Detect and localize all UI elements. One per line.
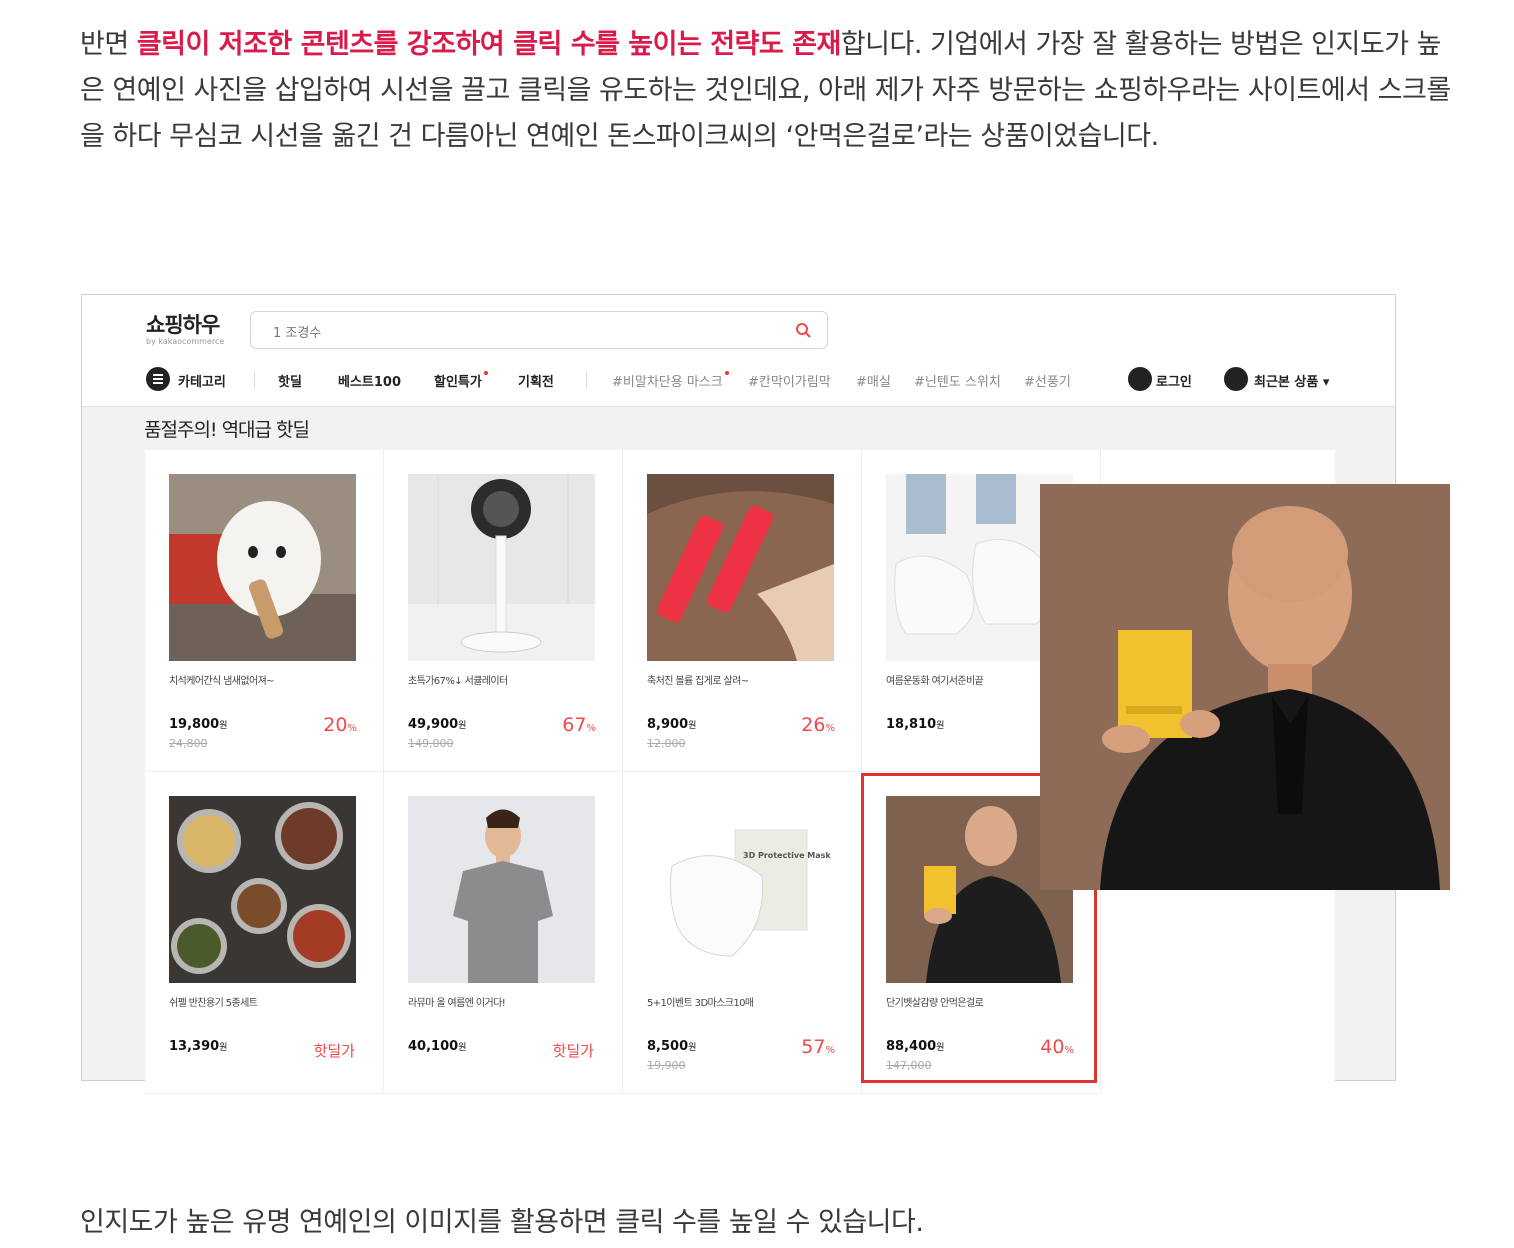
- product-card[interactable]: 치석케어간식 냄새없어져~ 19,800원 24,800 20%: [145, 450, 384, 772]
- shop-logo[interactable]: 쇼핑하우 by kakaocommerce: [146, 309, 224, 346]
- discount-value: 20: [323, 714, 348, 736]
- product-price: 40,100원: [408, 1039, 466, 1054]
- price-unit: 원: [219, 1043, 228, 1053]
- product-price: 13,390원: [169, 1039, 227, 1054]
- discount-rate: 핫딜가: [313, 1042, 355, 1060]
- price-unit: 원: [458, 721, 467, 731]
- product-title: 5+1이벤트 3D마스크10매: [647, 998, 754, 1009]
- new-dot: [483, 371, 488, 375]
- section-title: 품절주의! 역대급 핫딜: [144, 419, 310, 441]
- shop-logo-text: 쇼핑하우: [146, 313, 220, 337]
- search-icon[interactable]: [795, 322, 811, 338]
- percent-sign: %: [586, 723, 596, 734]
- price-value: 8,500: [647, 1039, 689, 1054]
- nav-item-best100[interactable]: 베스트100: [338, 371, 401, 390]
- search-placeholder: 1 조경수: [273, 326, 322, 341]
- price-unit: 원: [219, 721, 228, 731]
- product-price: 8,500원: [647, 1039, 696, 1054]
- original-price: 12,000: [647, 737, 686, 750]
- nav-tag-switch[interactable]: #닌텐도 스위치: [914, 371, 1001, 390]
- discount-value: 57: [801, 1036, 826, 1058]
- price-value: 18,810: [886, 717, 937, 732]
- price-unit: 원: [936, 721, 945, 731]
- product-price: 18,810원: [886, 717, 944, 732]
- intro-paragraph: 반면 클릭이 저조한 콘텐츠를 강조하여 클릭 수를 높이는 전략도 존재합니다…: [80, 22, 1460, 160]
- product-title: 쉬펠 반찬용기 5종세트: [169, 998, 258, 1009]
- original-price: 24,800: [169, 737, 208, 750]
- product-title: 치석케어간식 냄새없어져~: [169, 676, 275, 687]
- shop-logo-sub: by kakaocommerce: [146, 337, 225, 346]
- discount-value: 26: [801, 714, 826, 736]
- nav-item-sale[interactable]: 할인특가: [434, 371, 488, 390]
- outro-paragraph: 인지도가 높은 유명 연예인의 이미지를 활용하면 클릭 수를 높일 수 있습니…: [80, 1207, 924, 1238]
- nav-item-hotdeal[interactable]: 핫딜: [278, 371, 302, 390]
- nav-divider: [254, 371, 255, 389]
- nav-item-special[interactable]: 기획전: [518, 371, 554, 390]
- product-title: 초특가67%↓ 서큘레이터: [408, 676, 508, 687]
- price-value: 40,100: [408, 1039, 459, 1054]
- nav-tag-partition[interactable]: #칸막이가림막: [748, 371, 831, 390]
- percent-sign: %: [347, 723, 357, 734]
- price-unit: 원: [458, 1043, 467, 1053]
- shop-header: 쇼핑하우 by kakaocommerce 1 조경수 카테고리 핫딜 베스트1…: [82, 295, 1395, 407]
- nav-login[interactable]: 로그인: [1156, 371, 1192, 390]
- menu-icon[interactable]: [146, 367, 170, 391]
- price-unit: 원: [688, 721, 697, 731]
- discount-rate: 67%: [562, 714, 596, 736]
- price-unit: 원: [688, 1043, 697, 1053]
- product-price: 19,800원: [169, 717, 227, 732]
- product-card[interactable]: 쉬펠 반찬용기 5종세트 13,390원 핫딜가: [145, 772, 384, 1094]
- discount-rate: 57%: [801, 1036, 835, 1058]
- product-title: 라뮤마 올 여름엔 이거다!: [408, 998, 506, 1009]
- price-value: 8,900: [647, 717, 689, 732]
- recent-items-icon[interactable]: [1224, 367, 1248, 391]
- discount-rate: 핫딜가: [552, 1042, 594, 1060]
- original-price: 19,900: [647, 1059, 686, 1072]
- discount-rate: 20%: [323, 714, 357, 736]
- price-value: 13,390: [169, 1039, 220, 1054]
- product-card[interactable]: 축처진 볼륨 집게로 살려~ 8,900원 12,000 26%: [623, 450, 862, 772]
- product-image-polo-shirt[interactable]: [408, 796, 595, 983]
- nav-divider: [586, 371, 587, 389]
- product-image-dog-treat[interactable]: [169, 474, 356, 661]
- nav-tag-fan[interactable]: #선풍기: [1024, 371, 1071, 390]
- shop-nav: 카테고리 핫딜 베스트100 할인특가 기획전 #비말차단용 마스크 #칸막이가…: [146, 367, 1386, 393]
- percent-sign: %: [825, 723, 835, 734]
- nav-tag-plum[interactable]: #매실: [856, 371, 891, 390]
- product-image-3d-mask[interactable]: 3D Protective Mask: [647, 796, 834, 983]
- nav-recent[interactable]: 최근본 상품 ▾: [1254, 371, 1329, 390]
- new-dot: [724, 371, 729, 375]
- product-title: 축처진 볼륨 집게로 살려~: [647, 676, 749, 687]
- nav-category[interactable]: 카테고리: [178, 371, 226, 390]
- product-title: 여름운동화 여기서준비끝: [886, 676, 984, 687]
- product-image-circulator[interactable]: [408, 474, 595, 661]
- product-image-containers[interactable]: [169, 796, 356, 983]
- celebrity-photo: [1040, 484, 1450, 890]
- product-card[interactable]: 초특가67%↓ 서큘레이터 49,900원 149,000 67%: [384, 450, 623, 772]
- product-price: 49,900원: [408, 717, 466, 732]
- product-price: 8,900원: [647, 717, 696, 732]
- price-value: 19,800: [169, 717, 220, 732]
- product-image-hair-clip[interactable]: [647, 474, 834, 661]
- nav-tag-mask[interactable]: #비말차단용 마스크: [612, 371, 729, 390]
- user-icon[interactable]: [1128, 367, 1152, 391]
- search-input[interactable]: 1 조경수: [250, 311, 828, 349]
- intro-highlight: 클릭이 저조한 콘텐츠를 강조하여 클릭 수를 높이는 전략도 존재: [136, 29, 842, 60]
- nav-item-sale-label: 할인특가: [434, 375, 482, 390]
- nav-tag-mask-label: #비말차단용 마스크: [612, 375, 723, 390]
- percent-sign: %: [825, 1045, 835, 1056]
- intro-lead: 반면: [80, 29, 137, 60]
- original-price: 149,000: [408, 737, 454, 750]
- mask-box-text: 3D Protective Mask: [743, 851, 831, 860]
- celebrity-zoom-image: [1040, 484, 1450, 890]
- discount-rate: 26%: [801, 714, 835, 736]
- product-card[interactable]: 3D Protective Mask 5+1이벤트 3D마스크10매 8,500…: [623, 772, 862, 1094]
- product-card[interactable]: 라뮤마 올 여름엔 이거다! 40,100원 핫딜가: [384, 772, 623, 1094]
- discount-value: 67: [562, 714, 587, 736]
- price-value: 49,900: [408, 717, 459, 732]
